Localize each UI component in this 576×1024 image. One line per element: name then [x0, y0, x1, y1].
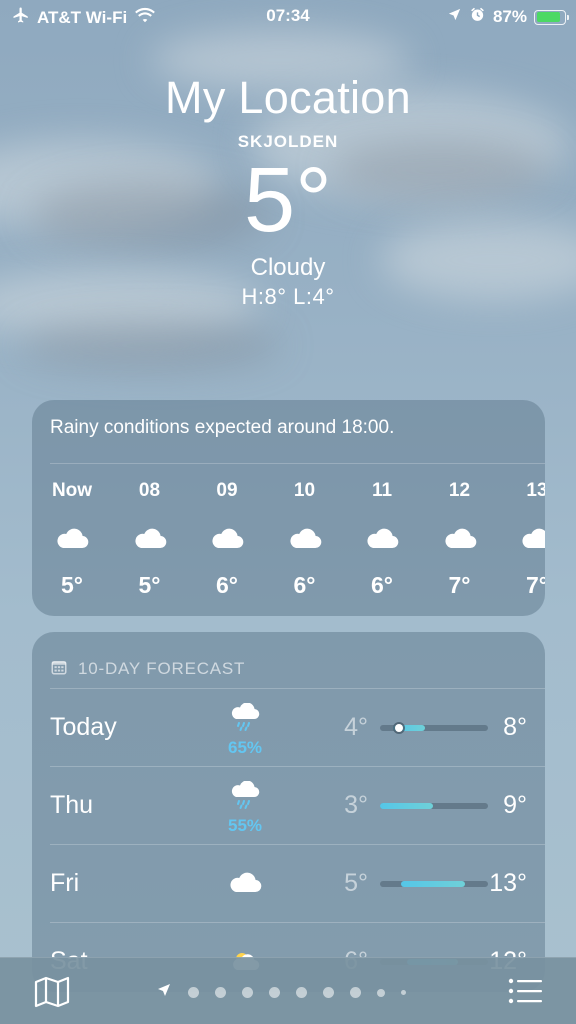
cloud-icon	[443, 516, 477, 560]
calendar-icon	[50, 658, 68, 681]
high-temperature: 8°	[503, 713, 527, 741]
day-condition: 55%	[222, 780, 268, 836]
forecast-row[interactable]: Fri 5° 13°	[50, 845, 545, 923]
map-icon	[34, 976, 70, 1012]
hourly-list[interactable]: Now 5° 08 5° 09 6° 10 6° 11 6° 12 7° 13 7°	[50, 480, 545, 599]
cloud-icon	[520, 516, 545, 560]
hour-temperature: 6°	[216, 572, 238, 598]
hour-label: 13	[526, 480, 545, 501]
precip-chance: 55%	[227, 816, 263, 835]
current-temperature: 5°	[244, 149, 332, 251]
high-temperature: 9°	[503, 791, 527, 819]
location-list-button[interactable]	[508, 978, 542, 1009]
page-dot[interactable]	[242, 987, 253, 998]
forecast-row[interactable]: Thu 55% 3° 9°	[50, 767, 545, 845]
cloud-icon	[210, 516, 244, 560]
hour-temperature: 7°	[526, 572, 545, 598]
location-page-icon	[156, 982, 172, 1003]
hourly-item: Now 5°	[50, 480, 128, 599]
hourly-item: 09 6°	[205, 480, 283, 599]
hour-temperature: 5°	[138, 572, 161, 598]
forecast-header: 10-DAY FORECAST	[50, 632, 545, 689]
day-condition	[222, 871, 268, 898]
page-dot[interactable]	[401, 990, 406, 995]
hour-label: Now	[51, 480, 93, 501]
temperature-range-bar	[380, 724, 488, 732]
hour-temperature: 7°	[448, 572, 471, 598]
cloud-icon	[55, 516, 89, 560]
location-arrow-icon	[447, 7, 462, 27]
location-header: My Location SKJOLDEN 5° Cloudy H:8° L:4°	[0, 70, 576, 310]
page-dot[interactable]	[377, 988, 385, 997]
battery-percent: 87%	[492, 7, 527, 26]
hour-label: 10	[293, 480, 316, 501]
cloud-icon	[288, 516, 322, 560]
ten-day-forecast-card[interactable]: 10-DAY FORECAST Today 65% 4° 8° Thu 55% 3° 9° Fr…	[32, 632, 545, 992]
forecast-row[interactable]: Today 65% 4° 8°	[50, 689, 545, 767]
hour-temperature: 6°	[371, 572, 393, 598]
day-condition: 65%	[222, 702, 268, 758]
page-dot[interactable]	[188, 987, 199, 998]
map-button[interactable]	[34, 976, 70, 1013]
page-dot[interactable]	[350, 987, 361, 998]
alarm-icon	[469, 6, 486, 28]
temperature-range-fill	[400, 881, 466, 887]
day-name: Fri	[50, 869, 80, 897]
status-bar: AT&T Wi-Fi 07:34 87%	[0, 0, 576, 32]
forecast-heading: 10-DAY FORECAST	[78, 659, 246, 678]
hourly-item: 10 6°	[283, 480, 361, 599]
hour-temperature: 5°	[61, 572, 83, 598]
low-temperature: 3°	[344, 791, 368, 819]
precip-chance: 65%	[227, 738, 263, 757]
hourly-item: 12 7°	[438, 480, 516, 599]
hourly-item: 11 6°	[360, 480, 438, 599]
high-temperature: 13°	[489, 869, 527, 897]
hourly-summary: Rainy conditions expected around 18:00.	[50, 400, 545, 464]
cloud-icon	[228, 871, 262, 898]
temperature-range-fill	[380, 803, 433, 809]
cloud-rain-icon	[229, 702, 261, 736]
low-temperature: 5°	[344, 869, 368, 897]
hour-label: 09	[216, 480, 238, 501]
cloud-icon	[365, 516, 399, 560]
hour-label: 08	[138, 480, 161, 501]
low-temperature: 4°	[344, 713, 368, 741]
hourly-item: 13 7°	[515, 480, 545, 599]
hourly-forecast-card[interactable]: Rainy conditions expected around 18:00. …	[32, 400, 545, 616]
hour-label: 11	[371, 480, 393, 501]
hour-label: 12	[448, 480, 471, 501]
temperature-range-bar	[380, 881, 488, 887]
page-indicator[interactable]	[156, 982, 406, 1003]
temperature-range-bar	[380, 803, 488, 809]
current-condition: Cloudy	[250, 254, 326, 281]
cloud-rain-icon	[229, 780, 261, 814]
battery-icon	[534, 9, 569, 25]
high-low: H:8° L:4°	[241, 284, 335, 309]
page-dot[interactable]	[296, 987, 307, 998]
page-dot[interactable]	[323, 987, 334, 998]
forecast-list[interactable]: Today65%4°8°Thu55%3°9°Fri5°13°Sat6°12°	[32, 689, 545, 992]
day-name: Thu	[50, 791, 94, 819]
list-icon	[508, 978, 542, 1008]
hourly-item: 08 5°	[128, 480, 206, 599]
hour-temperature: 6°	[293, 572, 316, 598]
cloud-icon	[133, 516, 167, 560]
day-name: Today	[50, 713, 117, 741]
bottom-toolbar	[0, 957, 576, 1024]
page-dot[interactable]	[215, 987, 226, 998]
location-title: My Location	[165, 72, 411, 123]
page-dot[interactable]	[269, 987, 280, 998]
